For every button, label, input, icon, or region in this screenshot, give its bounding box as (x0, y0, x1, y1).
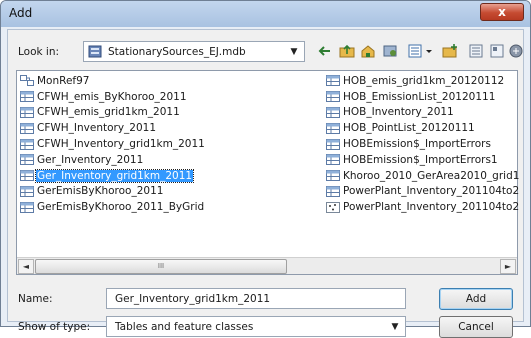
point-feature-icon (326, 201, 340, 213)
file-list-item-label: HOB_EmissionList_20120111 (343, 90, 496, 103)
file-list-item-label: PowerPlant_Inventory_201104to2 (343, 185, 520, 198)
file-column-right: HOB_emis_grid1km_20120112 HOB_EmissionLis… (326, 73, 520, 215)
file-list-item-label: Ger_Inventory_grid1km_2011 (34, 168, 195, 183)
scroll-thumb[interactable]: III (35, 259, 287, 274)
table-icon (20, 170, 34, 182)
file-column-left: MonRef97 CFWH_emis_ByKhoroo_2011 CFWH_emis… (20, 73, 206, 215)
table-icon (20, 138, 34, 150)
file-list-item-label: CFWH_emis_grid1km_2011 (37, 106, 180, 119)
table-icon (326, 91, 340, 103)
file-list-item[interactable]: HOBEmission$_ImportErrors1 (326, 152, 520, 168)
file-list-item-label: HOB_emis_grid1km_20120112 (343, 74, 505, 87)
file-list-item-label: CFWH_Inventory_2011 (37, 122, 157, 135)
table-icon (20, 185, 34, 197)
table-icon (326, 122, 340, 134)
table-icon (20, 122, 34, 134)
file-list-item[interactable]: GerEmisByKhoroo_2011_ByGrid (20, 199, 206, 215)
file-list[interactable]: MonRef97 CFWH_emis_ByKhoroo_2011 CFWH_emis… (16, 70, 520, 275)
file-list-item[interactable]: CFWH_Inventory_grid1km_2011 (20, 136, 206, 152)
close-button[interactable]: x (480, 3, 524, 21)
table-icon (326, 138, 340, 150)
file-list-item-label: Ger_Inventory_2011 (37, 153, 144, 166)
table-icon (20, 106, 34, 118)
table-icon (326, 75, 340, 87)
details-view-icon[interactable] (487, 41, 507, 61)
add-button[interactable]: Add (439, 288, 513, 310)
file-list-item[interactable]: HOB_emis_grid1km_20120112 (326, 73, 520, 89)
home-icon[interactable] (358, 41, 378, 61)
catalog-icon[interactable] (506, 41, 526, 61)
title-bar[interactable]: Add x (1, 1, 530, 27)
file-list-item[interactable]: PowerPlant_Inventory_201104to2 (326, 199, 520, 215)
file-list-item[interactable]: GerEmisByKhoroo_2011 (20, 184, 206, 200)
scroll-left-button[interactable]: ◄ (18, 259, 34, 274)
table-icon (326, 106, 340, 118)
connect-folder-icon[interactable] (380, 41, 400, 61)
chevron-down-icon[interactable]: ▼ (388, 320, 402, 334)
dialog-body: Look in: StationarySources_EJ.mdb ▼ MonR… (7, 29, 526, 338)
file-list-item[interactable]: HOB_Inventory_2011 (326, 105, 520, 121)
database-icon (88, 45, 102, 58)
file-list-item[interactable]: HOBEmission$_ImportErrors (326, 136, 520, 152)
file-list-item-label: HOBEmission$_ImportErrors (343, 138, 491, 151)
table-icon (20, 201, 34, 213)
look-in-label: Look in: (18, 46, 60, 58)
show-of-type-label: Show of type: (18, 321, 91, 333)
file-list-item-label: GerEmisByKhoroo_2011 (37, 185, 164, 198)
file-list-item[interactable]: HOB_EmissionList_20120111 (326, 89, 520, 105)
file-list-item[interactable]: CFWH_emis_grid1km_2011 (20, 105, 206, 121)
table-icon (20, 91, 34, 103)
table-icon (20, 154, 34, 166)
file-list-item[interactable]: Khoroo_2010_GerArea2010_grid1 (326, 168, 520, 184)
file-list-item-label: HOB_PointList_20120111 (343, 122, 475, 135)
look-in-value: StationarySources_EJ.mdb (108, 46, 246, 58)
file-list-item-label: HOBEmission$_ImportErrors1 (343, 153, 498, 166)
file-list-item[interactable]: Ger_Inventory_2011 (20, 152, 206, 168)
horizontal-scrollbar[interactable]: ◄ III ► (17, 257, 517, 274)
scroll-right-button[interactable]: ► (500, 259, 516, 274)
name-label: Name: (18, 293, 53, 305)
file-list-item[interactable]: PowerPlant_Inventory_201104to2 (326, 184, 520, 200)
cancel-button[interactable]: Cancel (439, 316, 513, 338)
file-list-item-label: GerEmisByKhoroo_2011_ByGrid (37, 201, 205, 214)
relationship-icon (20, 75, 34, 87)
file-list-item[interactable]: CFWH_emis_ByKhoroo_2011 (20, 89, 206, 105)
dialog-title: Add (9, 6, 33, 20)
add-dialog: Add x Look in: StationarySources_EJ.mdb … (0, 0, 531, 338)
up-folder-icon[interactable] (337, 41, 357, 61)
file-list-item[interactable]: MonRef97 (20, 73, 206, 89)
table-icon (326, 154, 340, 166)
list-view-icon[interactable] (466, 41, 486, 61)
look-in-dropdown[interactable]: StationarySources_EJ.mdb ▼ (83, 41, 305, 62)
file-list-item-label: Khoroo_2010_GerArea2010_grid1 (343, 169, 520, 182)
new-folder-icon[interactable] (440, 41, 460, 61)
chevron-down-icon[interactable]: ▼ (287, 45, 301, 59)
file-list-item-label: MonRef97 (37, 74, 90, 87)
show-of-type-value: Tables and feature classes (115, 321, 254, 333)
view-options-icon[interactable] (406, 41, 436, 61)
name-input[interactable] (106, 288, 406, 309)
file-list-item-label: HOB_Inventory_2011 (343, 106, 454, 119)
file-list-item[interactable]: HOB_PointList_20120111 (326, 120, 520, 136)
table-icon (326, 185, 340, 197)
table-icon (326, 170, 340, 182)
file-list-item[interactable]: Ger_Inventory_grid1km_2011 (20, 168, 206, 184)
back-icon[interactable] (315, 41, 335, 61)
file-list-item-label: PowerPlant_Inventory_201104to2 (343, 201, 520, 214)
file-list-item-label: CFWH_emis_ByKhoroo_2011 (37, 90, 187, 103)
file-list-item[interactable]: CFWH_Inventory_2011 (20, 120, 206, 136)
file-list-item-label: CFWH_Inventory_grid1km_2011 (37, 138, 205, 151)
